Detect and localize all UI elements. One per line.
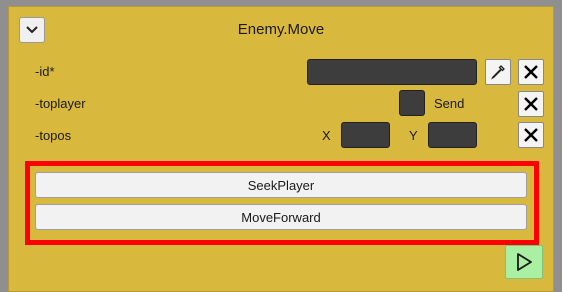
close-icon [524, 97, 538, 111]
close-icon [524, 65, 538, 79]
topos-y-input[interactable] [428, 122, 477, 148]
topos-x-label: X [322, 128, 331, 143]
toplayer-label: -toplayer [35, 96, 86, 111]
topos-x-input[interactable] [341, 122, 390, 148]
toplayer-send-label: Send [434, 96, 465, 111]
topos-remove-button[interactable] [518, 122, 544, 148]
node-title: Enemy.Move [237, 21, 325, 38]
id-remove-button[interactable] [518, 59, 544, 85]
node-panel: Enemy.Move -id* -toplayer Send -topos X … [8, 6, 554, 292]
topos-label: -topos [35, 128, 72, 143]
run-button[interactable] [505, 245, 543, 279]
move-forward-button[interactable]: MoveForward [35, 204, 527, 230]
id-input[interactable] [307, 59, 477, 85]
seek-player-button[interactable]: SeekPlayer [35, 172, 527, 198]
id-label: -id* [35, 64, 55, 79]
toplayer-remove-button[interactable] [518, 91, 544, 117]
close-icon [524, 128, 538, 142]
toplayer-checkbox[interactable] [399, 90, 425, 116]
id-picker-button[interactable] [485, 59, 511, 85]
topos-y-label: Y [409, 128, 418, 143]
eyedropper-icon [491, 65, 505, 80]
play-icon [517, 253, 532, 271]
